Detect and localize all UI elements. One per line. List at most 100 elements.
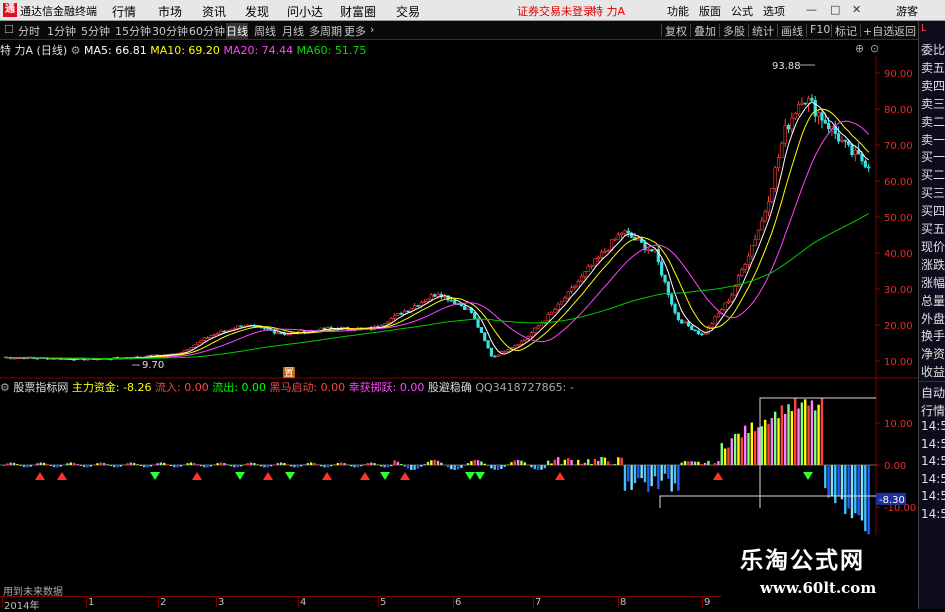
candle-body <box>574 286 577 288</box>
close-icon[interactable]: ✕ <box>852 3 861 16</box>
multi-stock-button[interactable]: 多股 <box>723 23 745 39</box>
tick-field-0[interactable]: 自动 <box>921 384 945 401</box>
ind-bar <box>267 465 269 467</box>
statistics-button[interactable]: 统计 <box>752 23 774 39</box>
kline-chart[interactable]: 90.0080.0070.0060.0050.0040.0030.0020.00… <box>0 56 918 596</box>
menu-options[interactable]: 选项 <box>763 3 785 19</box>
ind-bar <box>100 462 102 465</box>
period-tab-60min[interactable]: 60分钟 <box>189 23 225 39</box>
ind-bar <box>674 465 676 483</box>
candle-body <box>637 239 640 240</box>
ind-bar <box>610 464 612 465</box>
restore-icon[interactable]: □ <box>830 3 840 16</box>
zoom-icon[interactable]: ⊕ <box>855 42 864 55</box>
ind-bar <box>691 461 693 465</box>
ind-bar <box>357 465 359 467</box>
time-tick-mark: | <box>1 597 4 608</box>
chevron-right-icon[interactable]: › <box>370 23 374 36</box>
menu-trade[interactable]: 交易 <box>396 3 420 20</box>
period-tab-1min[interactable]: 1分钟 <box>47 23 76 39</box>
ind-bar <box>560 464 562 465</box>
ind-bar <box>757 427 759 465</box>
candle-body <box>751 246 754 256</box>
period-tab-weekly[interactable]: 周线 <box>254 23 276 39</box>
ind-bar <box>724 449 726 465</box>
ind-bar <box>751 423 753 465</box>
candle-body <box>473 313 476 319</box>
quote-field-5: 卖一 <box>921 131 945 148</box>
overlay-button[interactable]: 叠加 <box>694 23 716 39</box>
period-tab-daily[interactable]: 日线 <box>226 23 248 39</box>
candle-body <box>564 298 567 301</box>
period-tab-30min[interactable]: 30分钟 <box>152 23 188 39</box>
back-button[interactable]: 返回 <box>894 23 916 39</box>
quote-field-17: 净资 <box>921 345 945 362</box>
candle-body <box>717 313 720 316</box>
candle-body <box>617 235 620 239</box>
ind-bar <box>694 462 696 465</box>
minimize-icon[interactable]: — <box>806 3 817 16</box>
ind-bar <box>270 465 272 466</box>
ind-bar <box>106 464 108 465</box>
f10-button[interactable]: F10 <box>810 23 830 36</box>
period-tab-monthly[interactable]: 月线 <box>282 23 304 39</box>
period-tab-more[interactable]: 更多 <box>344 23 366 39</box>
menu-market[interactable]: 市场 <box>158 3 182 20</box>
ind-bar <box>136 464 138 465</box>
candle-body <box>827 123 830 129</box>
period-checkbox-icon[interactable]: ☐ <box>4 23 14 36</box>
tick-field-1[interactable]: 行情 <box>921 402 945 419</box>
period-tab-intraday[interactable]: 分时 <box>18 23 40 39</box>
menu-ask[interactable]: 问小达 <box>287 3 323 20</box>
level-icon[interactable]: L <box>921 23 927 34</box>
add-favorite-button[interactable]: +自选 <box>863 23 894 39</box>
candle-body <box>413 306 416 309</box>
ind-bar <box>544 465 546 468</box>
ind-bar <box>824 465 826 488</box>
ind-bar <box>233 465 235 467</box>
ind-bar <box>250 462 252 465</box>
candle-body <box>674 304 677 312</box>
candle-body <box>190 348 193 350</box>
ind-bar <box>741 437 743 465</box>
period-tab-multi[interactable]: 多周期 <box>309 23 342 39</box>
menu-discover[interactable]: 发现 <box>245 3 269 20</box>
mark-button[interactable]: 标记 <box>835 23 857 39</box>
candle-body <box>584 272 587 277</box>
ind-bar <box>847 465 849 508</box>
quote-field-15: 外盘 <box>921 310 945 327</box>
guest-button[interactable]: 游客 <box>896 3 918 19</box>
indicator-gear-icon[interactable]: ⚙ <box>0 381 10 394</box>
candle-body <box>513 345 516 347</box>
candle-body <box>547 315 550 321</box>
ind-bar <box>433 460 435 465</box>
adjust-button[interactable]: 复权 <box>665 23 687 39</box>
menu-function[interactable]: 功能 <box>667 3 689 19</box>
indicator-name[interactable]: 股票指标网 <box>13 381 68 394</box>
ind-bar <box>126 463 128 465</box>
menu-wealth[interactable]: 财富圈 <box>340 3 376 20</box>
candle-body <box>684 322 687 323</box>
draw-line-button[interactable]: 画线 <box>781 23 803 39</box>
candle-body <box>216 334 219 335</box>
period-tab-15min[interactable]: 15分钟 <box>115 23 151 39</box>
ind-bar <box>684 461 686 465</box>
candle-body <box>744 264 747 269</box>
candle-body <box>867 167 870 168</box>
menu-layout[interactable]: 版面 <box>699 3 721 19</box>
candle-body <box>824 120 827 123</box>
ind-bar <box>60 465 62 467</box>
period-tab-5min[interactable]: 5分钟 <box>81 23 110 39</box>
ind-bar <box>140 465 142 466</box>
menu-formula[interactable]: 公式 <box>731 3 753 19</box>
trade-login-warning[interactable]: 证券交易未登录 <box>517 3 594 19</box>
ind-bar <box>587 459 589 465</box>
menu-quotes[interactable]: 行情 <box>112 3 136 20</box>
app-title: 通达信金融终端 <box>20 3 97 19</box>
candle-body <box>680 320 683 323</box>
menu-news[interactable]: 资讯 <box>202 3 226 20</box>
ind-bar <box>714 463 716 465</box>
candle-body <box>560 301 563 304</box>
ind-bar <box>176 465 178 467</box>
settings-icon[interactable]: ⊙ <box>870 42 879 55</box>
